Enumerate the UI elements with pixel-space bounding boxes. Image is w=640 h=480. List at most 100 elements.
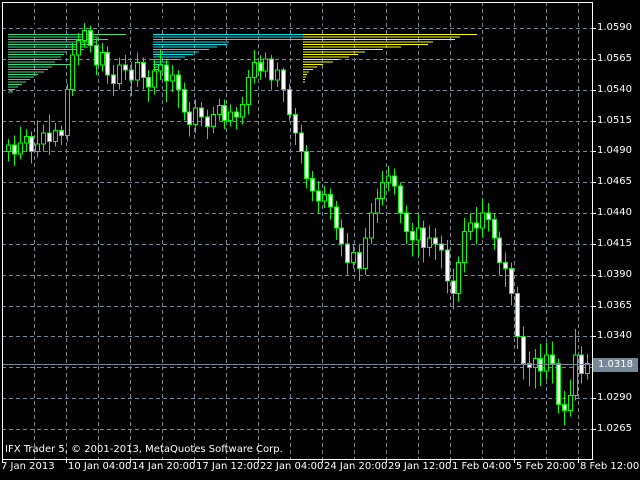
candle <box>468 213 473 241</box>
candle-body <box>170 74 175 82</box>
candle-body <box>234 111 239 118</box>
candle <box>410 222 415 257</box>
candle-body <box>187 111 192 125</box>
candle <box>375 188 380 223</box>
candle-body <box>386 175 391 183</box>
candle <box>240 97 245 125</box>
candle <box>252 50 257 84</box>
candle-body <box>316 190 321 202</box>
candle <box>328 188 333 220</box>
candle <box>474 206 479 244</box>
price-tick-label: 1.0365 <box>597 299 632 311</box>
candle <box>199 102 204 127</box>
candle <box>41 124 46 152</box>
candle <box>205 109 210 140</box>
candle-body <box>263 58 268 72</box>
candle <box>404 205 409 244</box>
candle <box>135 52 140 88</box>
price-tick-label: 1.0390 <box>597 268 632 280</box>
time-tick-label: 8 Feb 12:00 <box>580 461 640 472</box>
price-tick-label: 1.0540 <box>597 83 632 95</box>
candle <box>310 171 315 201</box>
price-tick-label: 1.0515 <box>597 114 632 126</box>
candle-body <box>152 70 157 88</box>
candle-body <box>29 136 34 152</box>
candle <box>47 114 52 156</box>
time-tick-label: 5 Feb 20:00 <box>516 461 576 472</box>
candle <box>544 342 549 380</box>
candle <box>70 42 75 96</box>
candle <box>100 42 105 72</box>
candle <box>392 168 397 195</box>
candle-body <box>176 74 181 91</box>
candle-body <box>6 144 11 152</box>
candle-body <box>240 104 245 118</box>
candle-body <box>544 354 549 372</box>
candle-body <box>18 142 23 155</box>
candle-body <box>269 58 274 81</box>
candle-body <box>246 76 251 106</box>
current-price-tag: 1.0318 <box>593 357 638 372</box>
candle <box>281 67 286 103</box>
candle <box>141 57 146 90</box>
candle-body <box>363 237 368 270</box>
candle <box>187 102 192 137</box>
candle <box>76 32 81 66</box>
candle <box>515 287 520 349</box>
body-indicator-label: Body <box>8 16 39 30</box>
candle-body <box>416 227 421 241</box>
candle-body <box>105 52 110 76</box>
price-tick-label: 1.0590 <box>597 21 632 33</box>
candle <box>462 218 467 273</box>
candle <box>53 123 58 147</box>
chart-canvas <box>2 2 596 463</box>
price-tick-label: 1.0415 <box>597 237 632 249</box>
candle-body <box>228 111 233 122</box>
candle <box>6 139 11 162</box>
candle <box>369 203 374 244</box>
candle <box>380 171 385 206</box>
candle-body <box>492 218 497 239</box>
candle-body <box>398 185 403 214</box>
candle <box>24 129 29 152</box>
candle-body <box>310 178 315 192</box>
candle-body <box>117 64 122 85</box>
candle <box>562 390 567 426</box>
candle-body <box>193 107 198 125</box>
candle-body <box>404 212 409 233</box>
candle-body <box>12 144 17 155</box>
candle <box>35 120 40 158</box>
candle <box>123 55 128 80</box>
candle <box>12 135 17 167</box>
candle <box>568 379 573 417</box>
candle-body <box>427 237 432 249</box>
time-tick-label: 17 Jan 12:00 <box>196 461 260 472</box>
candle <box>556 358 561 414</box>
candle-body <box>94 44 99 66</box>
candle-body <box>287 89 292 115</box>
candle <box>65 83 70 142</box>
candle-body <box>258 62 263 72</box>
candle-body <box>380 181 385 199</box>
copyright-text: IFX Trader 5, © 2001-2013, MetaQuotes So… <box>5 444 283 455</box>
candle-body <box>474 222 479 229</box>
candle-body <box>497 237 502 263</box>
price-tick-label: 1.0340 <box>597 329 632 341</box>
candle <box>521 326 526 380</box>
candle-body <box>82 29 87 41</box>
time-tick-label: 14 Jan 20:00 <box>132 461 196 472</box>
candle <box>386 166 391 191</box>
candle-body <box>339 227 344 245</box>
candle-body <box>211 113 216 128</box>
candle <box>451 268 456 310</box>
price-tick-label: 1.0465 <box>597 175 632 187</box>
candle-body <box>129 69 134 81</box>
candle-body <box>433 237 438 245</box>
candle <box>275 62 280 88</box>
candle <box>146 69 151 103</box>
candle-body <box>375 197 380 214</box>
time-tick-label: 1 Feb 04:00 <box>452 461 512 472</box>
candle-body <box>351 252 356 263</box>
candle-body <box>439 243 444 251</box>
candle-body <box>205 116 210 128</box>
